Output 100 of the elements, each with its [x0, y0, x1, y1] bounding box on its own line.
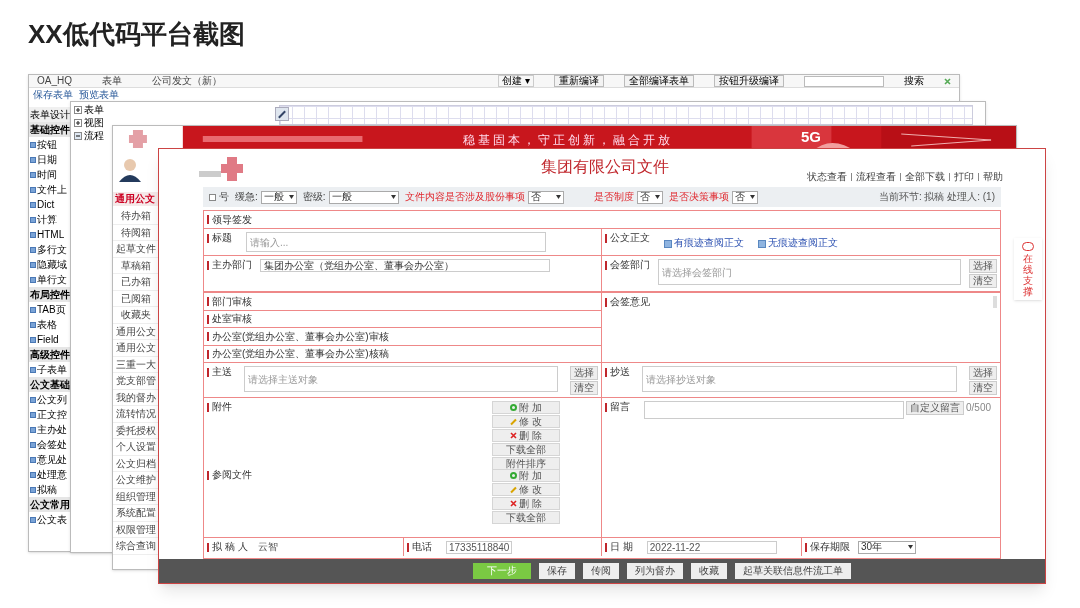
- header-link[interactable]: 状态查看: [807, 172, 847, 182]
- control-icon: [30, 141, 36, 148]
- control-item[interactable]: HTML: [37, 229, 65, 240]
- caret-icon: [555, 195, 561, 199]
- toolbar-button[interactable]: 重新编译: [554, 75, 604, 87]
- control-item[interactable]: 正文控: [37, 409, 67, 420]
- action-button[interactable]: 收藏: [691, 563, 727, 579]
- control-item[interactable]: 拟稿: [37, 484, 57, 495]
- control-icon: [30, 411, 36, 418]
- document-link[interactable]: 有痕迹查阅正文: [674, 238, 744, 248]
- control-icon: [30, 441, 36, 448]
- toolbar-button[interactable]: 附 加: [492, 469, 560, 482]
- search-field[interactable]: [804, 75, 884, 87]
- toolbar-button[interactable]: 修 改: [492, 483, 560, 496]
- select-field[interactable]: 30年: [858, 540, 916, 554]
- document-link[interactable]: 无痕迹查阅正文: [768, 238, 838, 248]
- message-field[interactable]: [644, 401, 904, 419]
- menu-item[interactable]: 表单: [102, 76, 122, 86]
- title-field[interactable]: 请输入...: [246, 232, 546, 252]
- control-item[interactable]: 日期: [37, 154, 57, 165]
- control-icon: [30, 396, 36, 403]
- character-count: 0/500: [966, 403, 992, 413]
- small-button[interactable]: 清空: [969, 274, 997, 288]
- caret-icon: [908, 545, 913, 549]
- toolbar-label: 文件内容是否涉及股份事项: [404, 192, 525, 202]
- header-link[interactable]: 打印: [954, 172, 974, 182]
- expand-icon[interactable]: [74, 119, 82, 127]
- small-button[interactable]: 清空: [969, 381, 997, 395]
- select-field[interactable]: 否: [527, 190, 564, 204]
- label-marker: [805, 542, 807, 552]
- support-widget[interactable]: 在线支撑: [1014, 238, 1042, 300]
- checkbox[interactable]: [209, 193, 216, 201]
- header-link[interactable]: 流程查看: [856, 172, 896, 182]
- select-field[interactable]: 否: [636, 190, 663, 204]
- toolbar-button[interactable]: 修 改: [492, 415, 560, 428]
- tree-item[interactable]: 视图: [84, 118, 104, 128]
- control-item[interactable]: TAB页: [37, 304, 66, 315]
- control-item[interactable]: 处理意: [37, 469, 67, 480]
- control-item[interactable]: 隐藏域: [37, 259, 67, 270]
- control-item[interactable]: 会签处: [37, 439, 67, 450]
- label-marker: [207, 215, 209, 224]
- drafter-name: 云智: [257, 542, 278, 552]
- tree-item[interactable]: 表单: [84, 105, 104, 115]
- search-button[interactable]: 搜索: [904, 76, 924, 86]
- phone-field[interactable]: 17335118840: [446, 540, 512, 554]
- recipient-field[interactable]: 请选择主送对象: [244, 366, 558, 392]
- toolbar-button[interactable]: 下载全部: [492, 443, 560, 456]
- toolbar-button[interactable]: 删 除: [492, 497, 560, 510]
- label-marker: [207, 260, 209, 270]
- control-icon: [30, 216, 36, 223]
- small-button[interactable]: 自定义留言: [906, 401, 964, 415]
- action-button[interactable]: 保存: [539, 563, 575, 579]
- header-link[interactable]: 全部下载: [905, 172, 945, 182]
- label-marker: [207, 314, 209, 324]
- small-button[interactable]: 选择: [570, 366, 598, 380]
- action-button[interactable]: 传阅: [583, 563, 619, 579]
- action-button[interactable]: 起草关联信息件流工单: [735, 563, 851, 579]
- control-item[interactable]: 公文列: [37, 394, 67, 405]
- label-marker: [207, 332, 209, 341]
- field-label: 主送: [212, 366, 232, 378]
- create-dropdown[interactable]: 创建 ▾: [498, 75, 534, 87]
- select-field[interactable]: 一般: [260, 190, 297, 204]
- toolbar-button[interactable]: 附 加: [492, 401, 560, 414]
- department-field[interactable]: 请选择会签部门: [658, 259, 961, 285]
- small-button[interactable]: 选择: [969, 366, 997, 380]
- control-item[interactable]: 公文表: [37, 514, 67, 525]
- collapse-icon[interactable]: [74, 132, 82, 140]
- brush-icon[interactable]: [275, 107, 289, 121]
- expand-icon[interactable]: [74, 106, 82, 114]
- control-item[interactable]: 单行文: [37, 274, 67, 285]
- toolbar-button[interactable]: 下载全部: [492, 511, 560, 524]
- control-item[interactable]: 子表单: [37, 364, 67, 375]
- control-item[interactable]: 多行文: [37, 244, 67, 255]
- control-item[interactable]: 意见处: [37, 454, 67, 465]
- tree-item[interactable]: 流程: [84, 131, 104, 141]
- control-item[interactable]: Dict: [37, 199, 55, 210]
- select-field[interactable]: 否: [731, 190, 758, 204]
- control-item[interactable]: Field: [37, 334, 59, 345]
- recipient-field[interactable]: 请选择抄送对象: [642, 366, 957, 392]
- control-item[interactable]: 计算: [37, 214, 57, 225]
- toolbar-button[interactable]: 预览表单: [79, 89, 119, 100]
- control-item[interactable]: 主办处: [37, 424, 67, 435]
- control-icon: [30, 231, 36, 238]
- toolbar-button[interactable]: 保存表单: [33, 89, 73, 100]
- department-field[interactable]: 集团办公室（党组办公室、董事会办公室）: [260, 259, 550, 272]
- small-button[interactable]: 选择: [969, 259, 997, 273]
- toolbar-button[interactable]: 全部编译表单: [624, 75, 694, 87]
- control-item[interactable]: 时间: [37, 169, 57, 180]
- toolbar-button[interactable]: 按钮升级编译: [714, 75, 784, 87]
- control-item[interactable]: 表格: [37, 319, 57, 330]
- small-button[interactable]: 清空: [570, 381, 598, 395]
- control-item[interactable]: 文件上: [37, 184, 67, 195]
- header-link[interactable]: 帮助: [983, 172, 1003, 182]
- action-button[interactable]: 列为督办: [627, 563, 683, 579]
- toolbar-button[interactable]: 删 除: [492, 429, 560, 442]
- menu-item[interactable]: OA_HQ: [37, 76, 72, 86]
- control-item[interactable]: 按钮: [37, 139, 57, 150]
- select-field[interactable]: 一般: [328, 190, 399, 204]
- date-field[interactable]: 2022-11-22: [646, 540, 777, 554]
- menu-item[interactable]: 公司发文（新）: [152, 76, 222, 86]
